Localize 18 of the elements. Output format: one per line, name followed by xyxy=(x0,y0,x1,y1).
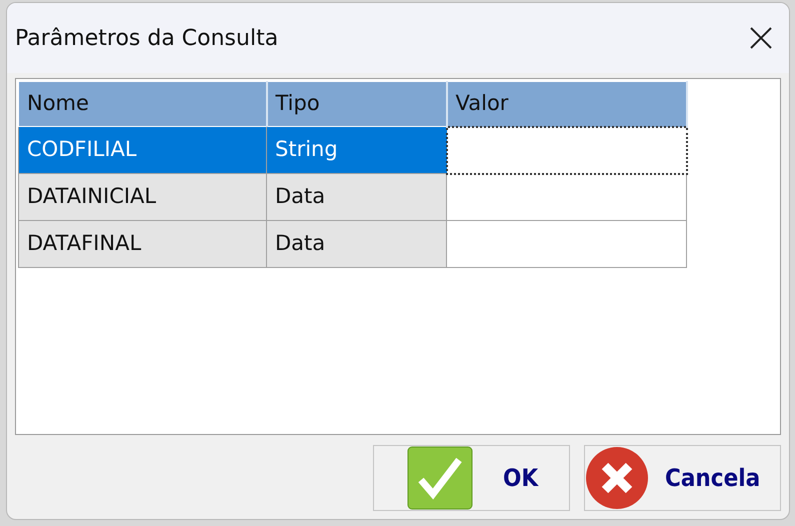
value-field[interactable] xyxy=(446,174,686,220)
check-icon xyxy=(407,446,473,510)
table-cell: Data xyxy=(266,220,446,268)
value-field[interactable] xyxy=(446,220,686,268)
column-header: Valor xyxy=(446,82,686,126)
table-cell: String xyxy=(266,126,446,174)
table-cell: DATAINICIAL xyxy=(18,174,266,220)
cancel-icon xyxy=(585,446,649,510)
dialog-button[interactable]: Cancela xyxy=(584,445,781,511)
column-header: Tipo xyxy=(266,82,446,126)
dialog-button[interactable]: OK xyxy=(373,445,570,511)
window-title: Parâmetros da Consulta xyxy=(15,24,278,52)
column-header: Nome xyxy=(18,82,266,126)
table-cell: CODFILIAL xyxy=(18,126,266,174)
table-cell: DATAFINAL xyxy=(18,220,266,268)
table-cell: Data xyxy=(266,174,446,220)
close-icon xyxy=(749,26,773,50)
value-field[interactable] xyxy=(446,126,686,174)
